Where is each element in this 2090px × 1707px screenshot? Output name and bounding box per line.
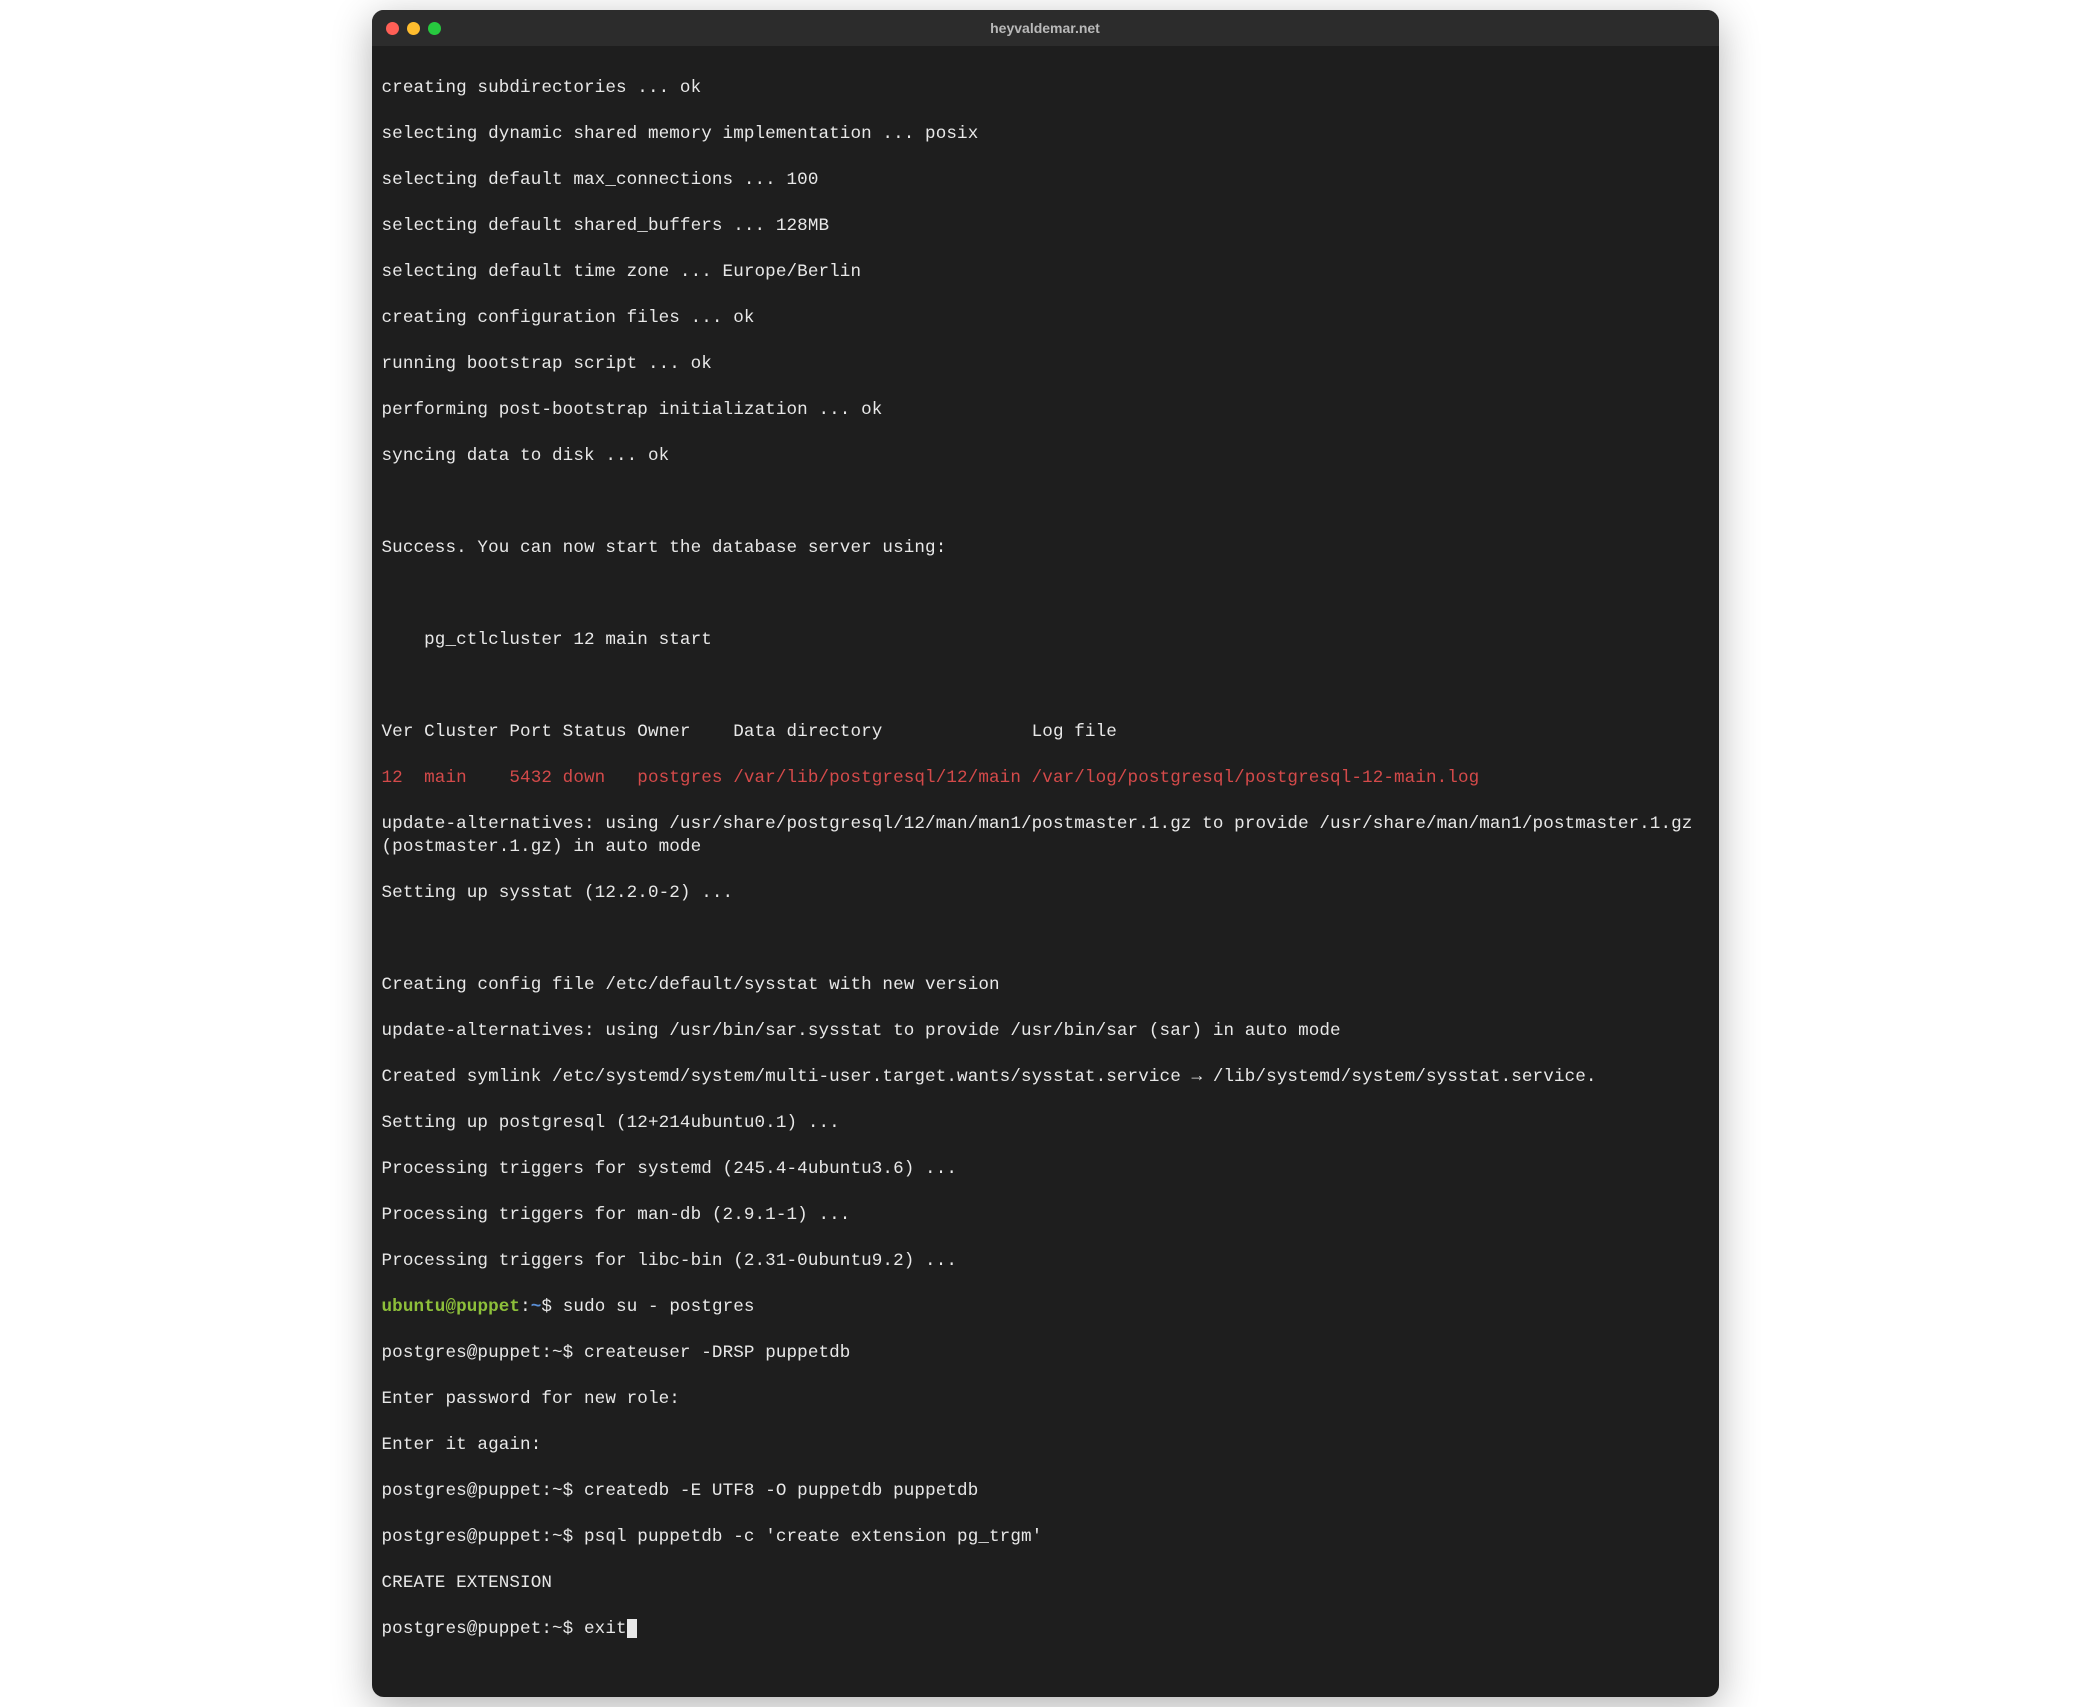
output-line: Created symlink /etc/systemd/system/mult…	[382, 1066, 1709, 1089]
blank-line	[382, 928, 1709, 951]
prompt-line: postgres@puppet:~$ psql puppetdb -c 'cre…	[382, 1526, 1709, 1549]
output-line: Setting up sysstat (12.2.0-2) ...	[382, 882, 1709, 905]
cursor-icon	[627, 1619, 637, 1638]
output-line: syncing data to disk ... ok	[382, 445, 1709, 468]
blank-line	[382, 491, 1709, 514]
output-line: update-alternatives: using /usr/bin/sar.…	[382, 1020, 1709, 1043]
output-line: selecting dynamic shared memory implemen…	[382, 123, 1709, 146]
output-line: Ver Cluster Port Status Owner Data direc…	[382, 721, 1709, 744]
output-line: CREATE EXTENSION	[382, 1572, 1709, 1595]
prompt-line: postgres@puppet:~$ createuser -DRSP pupp…	[382, 1342, 1709, 1365]
output-line: Creating config file /etc/default/syssta…	[382, 974, 1709, 997]
prompt-prefix: postgres@puppet:~$	[382, 1481, 585, 1501]
output-line-error: 12 main 5432 down postgres /var/lib/post…	[382, 767, 1709, 790]
output-line: Processing triggers for systemd (245.4-4…	[382, 1158, 1709, 1181]
command-text: sudo su - postgres	[563, 1297, 755, 1317]
command-text: createuser -DRSP puppetdb	[584, 1343, 850, 1363]
close-icon[interactable]	[386, 22, 399, 35]
prompt-path: ~	[531, 1297, 542, 1317]
prompt-colon: :	[520, 1297, 531, 1317]
minimize-icon[interactable]	[407, 22, 420, 35]
maximize-icon[interactable]	[428, 22, 441, 35]
output-line: selecting default max_connections ... 10…	[382, 169, 1709, 192]
output-line: Processing triggers for libc-bin (2.31-0…	[382, 1250, 1709, 1273]
blank-line	[382, 583, 1709, 606]
prompt-dollar: $	[541, 1297, 562, 1317]
output-line: creating subdirectories ... ok	[382, 77, 1709, 100]
output-line: Processing triggers for man-db (2.9.1-1)…	[382, 1204, 1709, 1227]
command-text: exit	[584, 1619, 627, 1639]
output-line: pg_ctlcluster 12 main start	[382, 629, 1709, 652]
output-line: selecting default shared_buffers ... 128…	[382, 215, 1709, 238]
output-line: performing post-bootstrap initialization…	[382, 399, 1709, 422]
terminal-body[interactable]: creating subdirectories ... ok selecting…	[372, 46, 1719, 1697]
command-text: createdb -E UTF8 -O puppetdb puppetdb	[584, 1481, 978, 1501]
blank-line	[382, 675, 1709, 698]
window-title: heyvaldemar.net	[372, 20, 1719, 36]
output-line: Setting up postgresql (12+214ubuntu0.1) …	[382, 1112, 1709, 1135]
output-line: Success. You can now start the database …	[382, 537, 1709, 560]
prompt-prefix: postgres@puppet:~$	[382, 1527, 585, 1547]
command-text: psql puppetdb -c 'create extension pg_tr…	[584, 1527, 1042, 1547]
prompt-line: postgres@puppet:~$ createdb -E UTF8 -O p…	[382, 1480, 1709, 1503]
terminal-window: heyvaldemar.net creating subdirectories …	[372, 10, 1719, 1697]
traffic-lights	[386, 22, 441, 35]
title-bar: heyvaldemar.net	[372, 10, 1719, 46]
output-line: creating configuration files ... ok	[382, 307, 1709, 330]
prompt-user: ubuntu	[382, 1297, 446, 1317]
output-line: running bootstrap script ... ok	[382, 353, 1709, 376]
output-line: update-alternatives: using /usr/share/po…	[382, 813, 1709, 859]
output-line: Enter password for new role:	[382, 1388, 1709, 1411]
output-line: selecting default time zone ... Europe/B…	[382, 261, 1709, 284]
prompt-prefix: postgres@puppet:~$	[382, 1619, 585, 1639]
prompt-host: puppet	[456, 1297, 520, 1317]
prompt-line: ubuntu@puppet:~$ sudo su - postgres	[382, 1296, 1709, 1319]
prompt-prefix: postgres@puppet:~$	[382, 1343, 585, 1363]
output-line: Enter it again:	[382, 1434, 1709, 1457]
prompt-at: @	[445, 1297, 456, 1317]
prompt-line: postgres@puppet:~$ exit	[382, 1618, 1709, 1641]
